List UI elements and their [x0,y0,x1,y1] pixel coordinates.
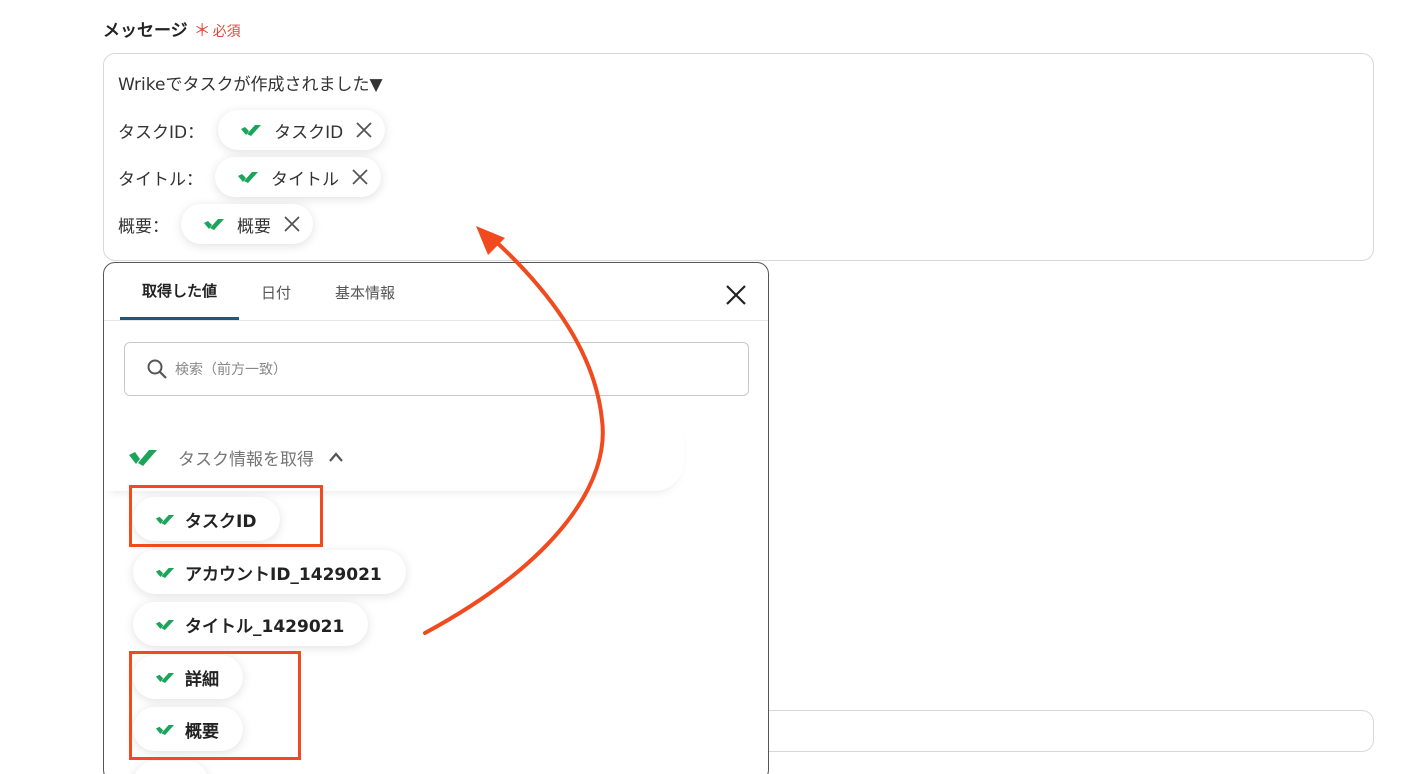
highlight-box-task-id [129,485,323,547]
required-text: 必須 [212,24,241,40]
row-label: タイトル： [118,169,203,190]
highlight-box-detail-summary [129,651,301,760]
list-item[interactable] [133,761,209,774]
tabs-divider [104,320,768,321]
tab-acquired-values[interactable]: 取得した値 [120,263,240,321]
wrike-check-icon [155,619,175,630]
variable-chip[interactable]: タスクID [218,110,386,150]
chip-label: タイトル [271,169,339,190]
row-label: タスクID： [118,122,205,143]
search-icon [147,359,167,379]
list-item[interactable]: タイトル_1429021 [133,602,369,646]
message-row-summary: 概要： 概要 [118,204,313,244]
message-field-label: メッセージ ＊必須 [103,16,241,41]
message-textarea[interactable]: Wrikeでタスクが作成されました▼ タスクID： タスクID タイトル： タイ… [103,53,1374,261]
message-first-line: Wrikeでタスクが作成されました▼ [118,75,383,95]
wrike-check-icon [204,219,224,230]
wrike-check-icon [241,125,262,136]
search-placeholder: 検索（前方一致） [175,362,287,378]
field-title: メッセージ [103,21,188,41]
variable-chip[interactable]: 概要 [181,204,313,244]
message-row-task-id: タスクID： タスクID [118,110,386,150]
search-input[interactable]: 検索（前方一致） [124,342,749,396]
chip-label: 概要 [237,216,271,237]
picker-tabs: 取得した値 日付 基本情報 [120,263,417,321]
group-header[interactable]: タスク情報を取得 [104,423,684,491]
form-root: メッセージ ＊必須 Wrikeでタスクが作成されました▼ タスクID： タスクI… [0,0,1412,774]
close-icon[interactable] [355,121,373,139]
wrike-check-icon [129,450,157,466]
wrike-check-icon [155,567,175,578]
list-item-label: タイトル_1429021 [185,616,345,637]
close-icon[interactable] [283,215,301,233]
list-item[interactable]: アカウントID_1429021 [133,550,406,594]
close-icon[interactable] [351,168,369,186]
list-item-label: アカウントID_1429021 [185,564,382,585]
variable-chip[interactable]: タイトル [215,157,381,197]
chevron-up-icon[interactable] [328,451,344,463]
row-label: 概要： [118,216,169,237]
chip-label: タスクID [274,122,344,143]
close-icon[interactable] [724,283,748,307]
required-star: ＊ [193,21,211,41]
required-badge: ＊必須 [194,16,241,41]
group-label: タスク情報を取得 [178,449,314,470]
wrike-check-icon [238,172,258,183]
tab-date[interactable]: 日付 [239,263,313,321]
message-row-title: タイトル： タイトル [118,157,381,197]
next-field-input[interactable] [700,710,1374,752]
tab-basic-info[interactable]: 基本情報 [313,263,417,321]
